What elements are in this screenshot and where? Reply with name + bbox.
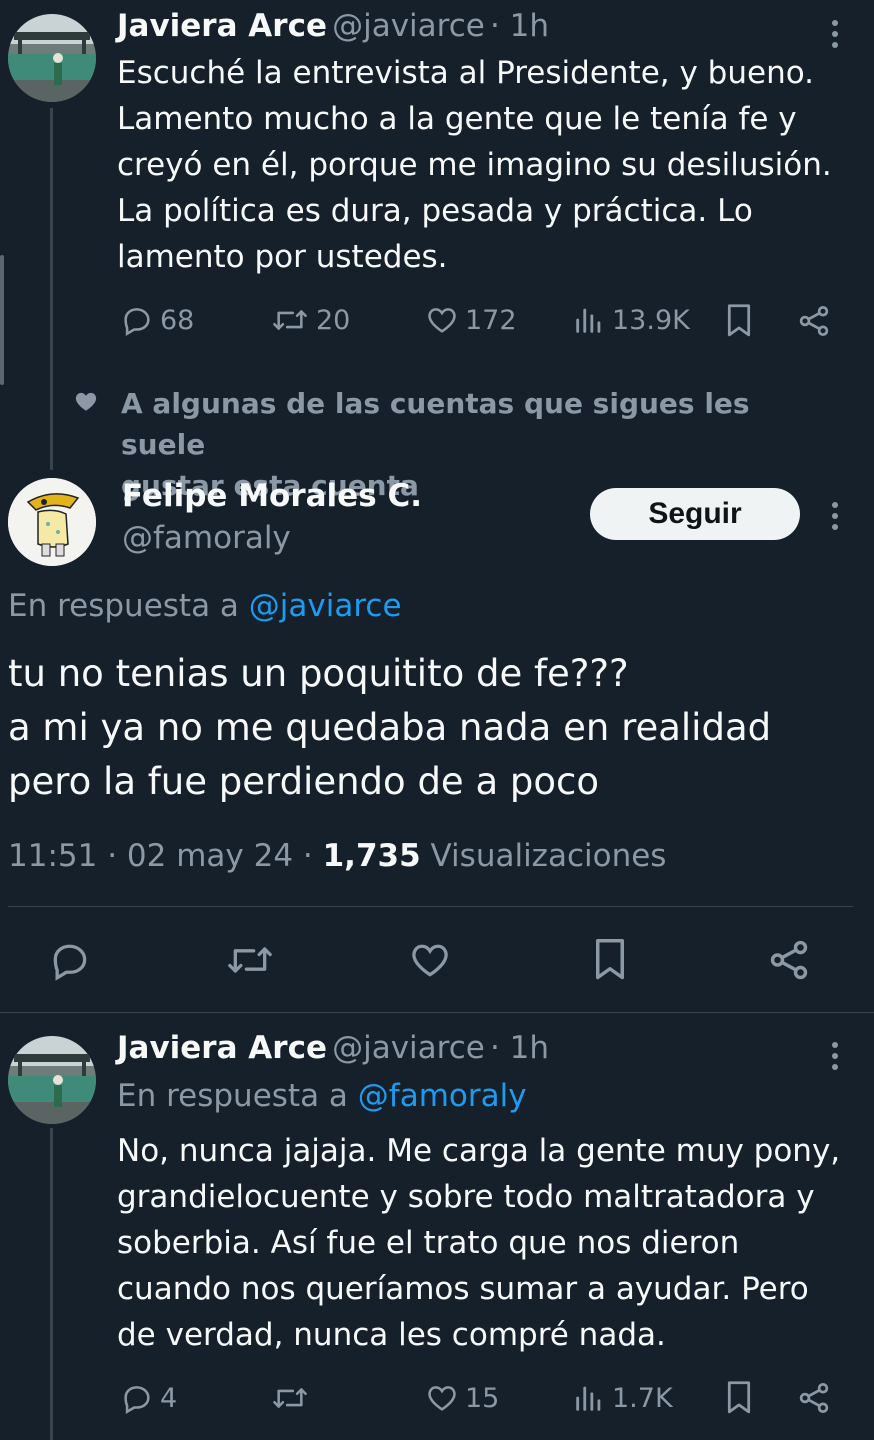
like-button[interactable]: 15 bbox=[425, 1381, 499, 1415]
retweet-icon bbox=[273, 310, 307, 330]
reply-context-label: En respuesta a bbox=[117, 1078, 358, 1114]
analytics-icon bbox=[576, 1386, 601, 1411]
tweet-timestamp[interactable]: 11:51 · 02 may 24 · bbox=[8, 838, 323, 874]
share-button[interactable] bbox=[766, 937, 812, 983]
reply-icon bbox=[53, 944, 87, 981]
reply-icon bbox=[124, 1386, 150, 1414]
divider bbox=[0, 1012, 874, 1013]
avatar-javiera[interactable] bbox=[8, 14, 96, 102]
share-icon bbox=[799, 306, 829, 336]
more-options-icon[interactable] bbox=[830, 1042, 840, 1070]
reply-to-link[interactable]: @javiarce bbox=[249, 588, 402, 624]
thread-line bbox=[50, 1128, 53, 1440]
like-count: 172 bbox=[465, 304, 517, 336]
reply-icon bbox=[124, 308, 150, 336]
author-name[interactable]: Javiera Arce bbox=[117, 1030, 327, 1066]
bookmark-icon bbox=[596, 939, 624, 980]
views-button[interactable]: 13.9K bbox=[572, 303, 690, 337]
heart-icon bbox=[428, 308, 456, 333]
more-options-icon[interactable] bbox=[830, 20, 840, 48]
reply-count: 4 bbox=[160, 1382, 178, 1414]
bookmark-button[interactable] bbox=[722, 1380, 756, 1416]
avatar-felipe[interactable] bbox=[8, 478, 96, 566]
reply-to-link[interactable]: @famoraly bbox=[358, 1078, 527, 1114]
heart-icon bbox=[412, 944, 448, 977]
author-name[interactable]: Javiera Arce bbox=[117, 8, 327, 44]
view-label: Visualizaciones bbox=[420, 838, 667, 874]
bookmark-icon bbox=[727, 304, 751, 337]
tweet-time[interactable]: · 1h bbox=[490, 1030, 549, 1066]
retweet-count: 20 bbox=[316, 304, 351, 336]
tweet-text: No, nunca jajaja. Me carga la gente muy … bbox=[117, 1133, 841, 1353]
author-name[interactable]: Felipe Morales C. bbox=[122, 478, 422, 514]
heart-icon bbox=[75, 392, 97, 411]
divider bbox=[8, 906, 853, 907]
like-count: 15 bbox=[465, 1382, 500, 1414]
reply-button[interactable]: 4 bbox=[120, 1381, 177, 1415]
follow-button[interactable]: Seguir bbox=[590, 488, 800, 540]
retweet-button[interactable] bbox=[270, 1381, 316, 1415]
reply-count: 68 bbox=[160, 304, 195, 336]
thread-line bbox=[50, 108, 53, 470]
bookmark-button[interactable] bbox=[589, 936, 631, 984]
bookmark-icon bbox=[727, 1381, 751, 1414]
avatar-image bbox=[8, 14, 96, 102]
tweet-text: Escuché la entrevista al Presidente, y b… bbox=[117, 55, 832, 275]
share-button[interactable] bbox=[796, 1380, 832, 1416]
author-handle[interactable]: @javiarce bbox=[332, 8, 485, 44]
like-button[interactable]: 172 bbox=[425, 303, 517, 337]
tweet-time[interactable]: · 1h bbox=[490, 8, 549, 44]
view-count: 1.7K bbox=[612, 1382, 673, 1414]
retweet-button[interactable] bbox=[224, 938, 276, 982]
avatar-image bbox=[8, 1036, 96, 1124]
view-count: 1,735 bbox=[322, 838, 421, 874]
views-button[interactable]: 1.7K bbox=[572, 1381, 673, 1415]
bookmark-button[interactable] bbox=[722, 303, 756, 339]
author-handle[interactable]: @javiarce bbox=[332, 1030, 485, 1066]
view-count: 13.9K bbox=[612, 304, 690, 336]
more-options-icon[interactable] bbox=[830, 502, 840, 530]
scrollbar[interactable] bbox=[0, 255, 4, 385]
reply-button[interactable] bbox=[48, 938, 92, 982]
like-button[interactable] bbox=[408, 938, 452, 982]
reply-button[interactable]: 68 bbox=[120, 303, 194, 337]
retweet-button[interactable]: 20 bbox=[270, 303, 350, 337]
retweet-icon bbox=[228, 947, 272, 973]
heart-icon bbox=[428, 1386, 456, 1411]
share-icon bbox=[770, 940, 808, 980]
analytics-icon bbox=[576, 308, 601, 333]
reply-context-label: En respuesta a bbox=[8, 588, 249, 624]
avatar-image bbox=[8, 478, 96, 566]
retweet-icon bbox=[273, 1388, 307, 1408]
tweet-text: tu no tenias un poquitito de fe??? a mi … bbox=[8, 652, 772, 803]
avatar-javiera[interactable] bbox=[8, 1036, 96, 1124]
share-icon bbox=[799, 1383, 829, 1413]
author-handle[interactable]: @famoraly bbox=[122, 520, 291, 556]
share-button[interactable] bbox=[796, 303, 832, 339]
